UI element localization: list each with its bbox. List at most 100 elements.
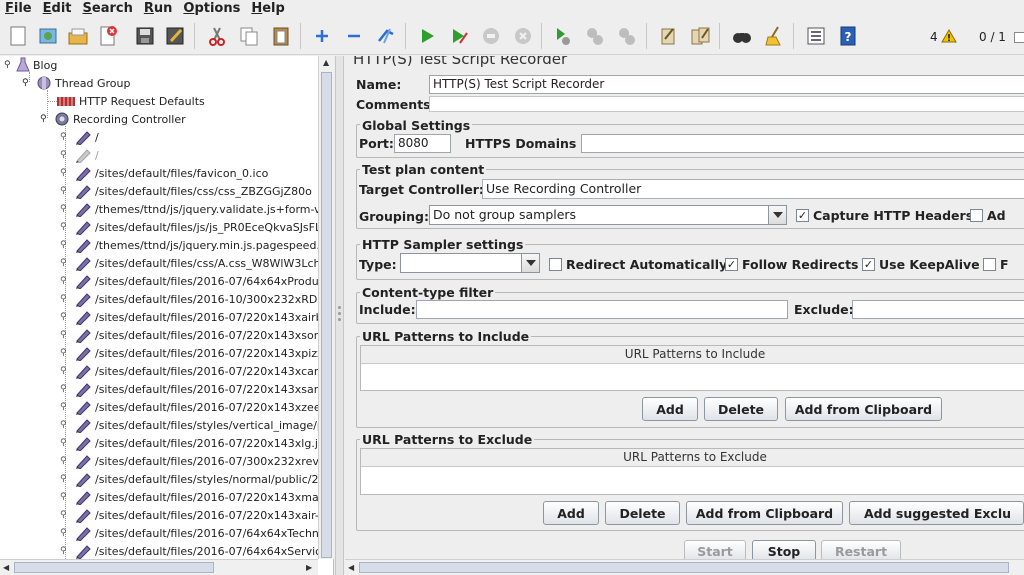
expand-icon[interactable]: [308, 22, 336, 50]
tree-node-sampler[interactable]: ⚲ /: [60, 146, 99, 164]
add-suggested-excludes-button[interactable]: Add suggested Exclu: [849, 501, 1024, 525]
node-collapsed-icon[interactable]: ⚲: [60, 366, 74, 376]
tree-node-recording-controller[interactable]: ⚲ Recording Controller: [40, 110, 186, 128]
open-icon[interactable]: [64, 22, 92, 50]
node-collapsed-icon[interactable]: ⚲: [60, 168, 74, 178]
collapse-icon[interactable]: [340, 22, 368, 50]
name-field[interactable]: HTTP(S) Test Script Recorder: [429, 75, 1024, 94]
scroll-thumb[interactable]: [359, 562, 1009, 573]
tree-node-sampler[interactable]: ⚲/sites/default/files/css/css_ZBZGGjZ80o: [60, 182, 312, 200]
tree-node-sampler[interactable]: ⚲/sites/default/files/2016-10/300x232xRD…: [60, 290, 326, 308]
paste-icon[interactable]: [267, 22, 295, 50]
tree-node-sampler[interactable]: ⚲/sites/default/files/styles/normal/publ…: [60, 470, 318, 488]
node-collapsed-icon[interactable]: ⚲: [60, 132, 74, 142]
keepalive-checkbox[interactable]: ✓ Use KeepAlive: [862, 257, 980, 272]
tree-node-sampler[interactable]: ⚲/sites/default/files/2016-07/220x143xai…: [60, 308, 323, 326]
tree-node-sampler[interactable]: ⚲/sites/default/files/2016-07/220x143xai…: [60, 506, 326, 524]
checkbox-unchecked[interactable]: [983, 258, 996, 271]
exclude-delete-button[interactable]: Delete: [605, 501, 680, 525]
node-expanded-icon[interactable]: ⚲: [4, 60, 16, 70]
include-clipboard-button[interactable]: Add from Clipboard: [785, 397, 942, 421]
node-collapsed-icon[interactable]: ⚲: [60, 312, 74, 322]
https-domains-field[interactable]: [581, 134, 1024, 153]
tree-node-thread-group[interactable]: ⚲ Thread Group: [22, 74, 130, 92]
start-icon[interactable]: [413, 22, 441, 50]
close-icon[interactable]: [94, 22, 122, 50]
exclude-patterns-table[interactable]: URL Patterns to Exclude: [360, 448, 1024, 495]
node-collapsed-icon[interactable]: ⚲: [60, 150, 74, 160]
menu-search[interactable]: Search: [78, 0, 139, 18]
node-expanded-icon[interactable]: ⚲: [22, 78, 36, 88]
checkbox-checked[interactable]: ✓: [796, 209, 809, 222]
capture-headers-checkbox[interactable]: ✓ Capture HTTP Headers: [796, 208, 973, 223]
tree-node-sampler[interactable]: ⚲/sites/default/files/2016-07/220x143xlg…: [60, 434, 325, 452]
node-collapsed-icon[interactable]: ⚲: [60, 294, 74, 304]
chevron-down-icon[interactable]: [521, 254, 539, 272]
new-icon[interactable]: [4, 22, 32, 50]
menu-file[interactable]: File: [0, 0, 38, 18]
port-field[interactable]: 8080: [394, 134, 451, 153]
node-collapsed-icon[interactable]: ⚲: [60, 276, 74, 286]
tree-node-sampler[interactable]: ⚲/sites/default/files/styles/vertical_im…: [60, 416, 324, 434]
node-collapsed-icon[interactable]: ⚲: [60, 456, 74, 466]
node-collapsed-icon[interactable]: ⚲: [60, 546, 74, 556]
node-collapsed-icon[interactable]: ⚲: [60, 402, 74, 412]
node-collapsed-icon[interactable]: ⚲: [60, 420, 74, 430]
reset-search-icon[interactable]: [760, 22, 788, 50]
follow-redirects-checkbox[interactable]: ✓ Follow Redirects: [725, 257, 858, 272]
menu-options[interactable]: Options: [178, 0, 246, 18]
node-collapsed-icon[interactable]: ⚲: [60, 474, 74, 484]
comments-field[interactable]: [429, 96, 1024, 112]
tree-node-sampler[interactable]: ⚲/sites/default/files/2016-07/220x143xpi…: [60, 344, 330, 362]
tree-node-sampler[interactable]: ⚲/sites/default/files/2016-07/220x143xso…: [60, 326, 327, 344]
menu-run[interactable]: Run: [139, 0, 179, 18]
node-collapsed-icon[interactable]: ⚲: [60, 204, 74, 214]
scroll-thumb[interactable]: [321, 72, 332, 558]
function-helper-icon[interactable]: [802, 22, 830, 50]
multipart-checkbox[interactable]: F: [983, 257, 1009, 272]
tree-node-sampler[interactable]: ⚲/sites/default/files/2016-07/64x64xServ…: [60, 542, 321, 560]
tree-node-sampler[interactable]: ⚲ /: [60, 128, 99, 146]
tree-node-sampler[interactable]: ⚲/sites/default/files/2016-07/220x143xca…: [60, 362, 324, 380]
start-no-pause-icon[interactable]: [445, 22, 473, 50]
node-collapsed-icon[interactable]: ⚲: [60, 240, 74, 250]
tree-node-sampler[interactable]: ⚲/sites/default/files/2016-07/220x143xze…: [60, 398, 325, 416]
search-icon[interactable]: [728, 22, 756, 50]
checkbox-unchecked[interactable]: [970, 209, 983, 222]
scroll-up-icon[interactable]: ▲: [323, 58, 329, 67]
exclude-add-button[interactable]: Add: [543, 501, 599, 525]
warning-icon[interactable]: [941, 29, 957, 46]
include-patterns-table[interactable]: URL Patterns to Include: [360, 345, 1024, 391]
exclude-field[interactable]: [852, 300, 1024, 319]
exclude-clipboard-button[interactable]: Add from Clipboard: [686, 501, 843, 525]
scroll-left-icon[interactable]: ◀: [3, 563, 9, 572]
tree-node-test-plan[interactable]: ⚲ Blog: [4, 56, 57, 74]
tree-node-sampler[interactable]: ⚲/sites/default/files/2016-07/64x64xProd…: [60, 272, 325, 290]
copy-icon[interactable]: [235, 22, 263, 50]
clear-all-icon[interactable]: [686, 22, 714, 50]
tree-node-sampler[interactable]: ⚲/sites/default/files/2016-07/300x232xre…: [60, 452, 326, 470]
tree-node-sampler[interactable]: ⚲/sites/default/files/2016-07/220x143xsa…: [60, 380, 324, 398]
node-expanded-icon[interactable]: ⚲: [40, 114, 54, 124]
help-icon[interactable]: ?: [834, 22, 862, 50]
menu-help[interactable]: Help: [246, 0, 290, 18]
checkbox-unchecked[interactable]: [549, 258, 562, 271]
tree-node-sampler[interactable]: ⚲/sites/default/files/js/js_PR0EceQkvaSJ…: [60, 218, 321, 236]
node-collapsed-icon[interactable]: ⚲: [60, 348, 74, 358]
include-delete-button[interactable]: Delete: [704, 397, 778, 421]
tree-node-sampler[interactable]: ⚲/sites/default/files/favicon_0.ico: [60, 164, 268, 182]
add-assertions-checkbox[interactable]: Ad: [970, 208, 1006, 223]
node-collapsed-icon[interactable]: ⚲: [60, 258, 74, 268]
tree-horizontal-scrollbar[interactable]: ◀ ▶: [0, 559, 318, 575]
scroll-thumb[interactable]: [14, 562, 214, 573]
target-controller-select[interactable]: Use Recording Controller: [482, 179, 1024, 199]
panel-splitter[interactable]: [335, 56, 344, 575]
tree-node-sampler[interactable]: ⚲/sites/default/files/css/A.css_W8WlW3Lc…: [60, 254, 328, 272]
tree-node-sampler[interactable]: ⚲/themes/ttnd/js/jquery.min.js.pagespeed…: [60, 236, 320, 254]
clear-icon[interactable]: [654, 22, 682, 50]
tree-vertical-scrollbar[interactable]: ▲: [318, 56, 334, 559]
checkbox-checked[interactable]: ✓: [862, 258, 875, 271]
node-collapsed-icon[interactable]: ⚲: [60, 330, 74, 340]
node-collapsed-icon[interactable]: ⚲: [60, 222, 74, 232]
include-add-button[interactable]: Add: [642, 397, 698, 421]
